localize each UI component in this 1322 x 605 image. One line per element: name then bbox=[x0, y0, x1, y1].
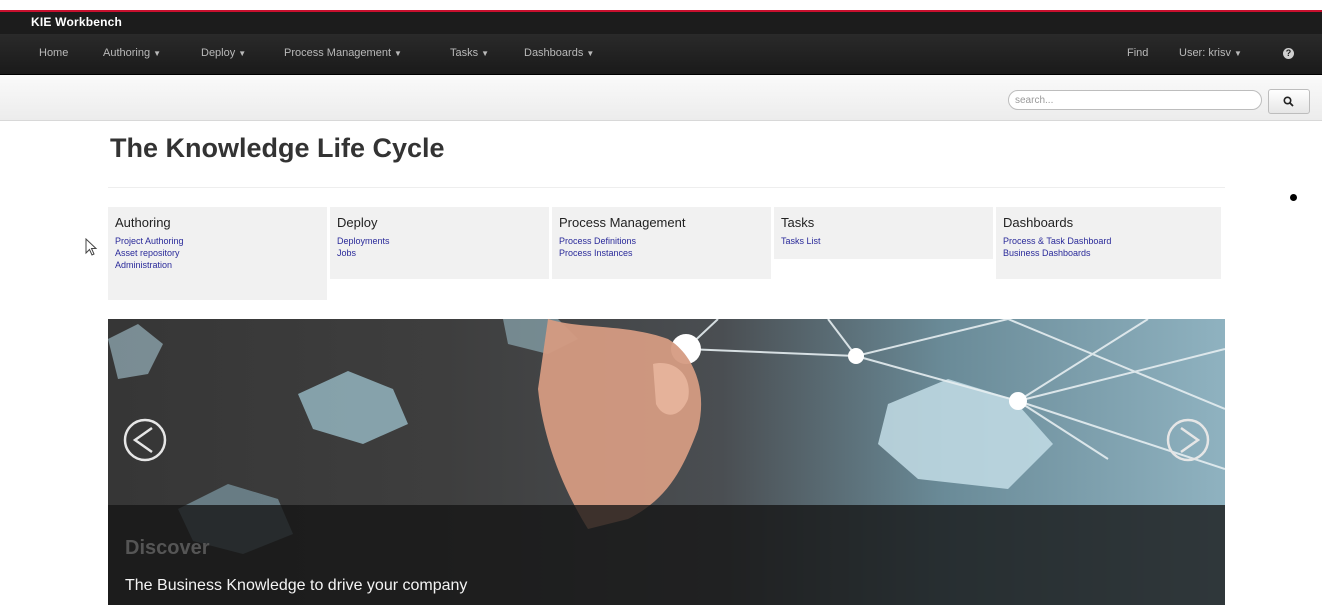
category-process-management: Process Management Process Definitions P… bbox=[552, 207, 771, 279]
link-asset-repository[interactable]: Asset repository bbox=[115, 247, 320, 259]
nav-home[interactable]: Home bbox=[39, 47, 68, 59]
search-button[interactable] bbox=[1268, 89, 1310, 114]
carousel-next-icon[interactable] bbox=[1165, 417, 1211, 463]
title-divider bbox=[108, 187, 1225, 188]
nav-authoring-label: Authoring bbox=[103, 47, 151, 59]
link-jobs[interactable]: Jobs bbox=[337, 247, 542, 259]
bullet-dot bbox=[1290, 194, 1297, 201]
carousel-prev-icon[interactable] bbox=[122, 417, 168, 463]
nav-authoring[interactable]: Authoring ▼ bbox=[103, 47, 161, 59]
chevron-down-icon: ▼ bbox=[238, 49, 247, 58]
nav-process-management[interactable]: Process Management ▼ bbox=[284, 47, 402, 59]
category-heading: Authoring bbox=[115, 215, 171, 230]
category-deploy: Deploy Deployments Jobs bbox=[330, 207, 549, 279]
nav-tasks-label: Tasks bbox=[450, 47, 479, 59]
link-process-task-dashboard[interactable]: Process & Task Dashboard bbox=[1003, 235, 1214, 247]
category-heading: Process Management bbox=[559, 215, 686, 230]
link-administration[interactable]: Administration bbox=[115, 259, 320, 271]
page-title: The Knowledge Life Cycle bbox=[110, 133, 445, 163]
carousel-caption-text: The Business Knowledge to drive your com… bbox=[125, 577, 468, 594]
nav-find[interactable]: Find bbox=[1127, 47, 1148, 59]
mouse-cursor-icon bbox=[85, 238, 98, 256]
search-toolbar bbox=[0, 75, 1322, 121]
category-heading: Deploy bbox=[337, 215, 378, 230]
hero-carousel: Discover The Business Knowledge to drive… bbox=[108, 319, 1225, 605]
chevron-down-icon: ▼ bbox=[153, 49, 162, 58]
link-business-dashboards[interactable]: Business Dashboards bbox=[1003, 247, 1214, 259]
link-process-definitions[interactable]: Process Definitions bbox=[559, 235, 764, 247]
search-icon bbox=[1283, 96, 1294, 107]
nav-dashboards-label: Dashboards bbox=[524, 47, 584, 59]
chevron-down-icon: ▼ bbox=[586, 49, 595, 58]
category-authoring: Authoring Project Authoring Asset reposi… bbox=[108, 207, 327, 300]
category-heading: Dashboards bbox=[1003, 215, 1074, 230]
category-tasks: Tasks Tasks List bbox=[774, 207, 993, 259]
top-accent-line bbox=[0, 0, 1322, 12]
carousel-caption-title: Discover bbox=[125, 537, 210, 559]
link-tasks-list[interactable]: Tasks List bbox=[781, 235, 986, 247]
nav-dashboards[interactable]: Dashboards ▼ bbox=[524, 47, 594, 59]
user-label: User: krisv bbox=[1179, 47, 1231, 59]
help-icon[interactable]: ? bbox=[1283, 48, 1294, 59]
nav-deploy[interactable]: Deploy ▼ bbox=[201, 47, 246, 59]
chevron-down-icon: ▼ bbox=[394, 49, 402, 58]
main-navbar: Home Authoring ▼ Deploy ▼ Process Manageme… bbox=[0, 34, 1322, 75]
link-deployments[interactable]: Deployments bbox=[337, 235, 542, 247]
nav-user-menu[interactable]: User: krisv ▼ bbox=[1179, 47, 1242, 59]
link-process-instances[interactable]: Process Instances bbox=[559, 247, 764, 259]
nav-deploy-label: Deploy bbox=[201, 47, 236, 59]
app-title: KIE Workbench bbox=[31, 15, 123, 29]
link-project-authoring[interactable]: Project Authoring bbox=[115, 235, 320, 247]
nav-tasks[interactable]: Tasks ▼ bbox=[450, 47, 489, 59]
search-input[interactable] bbox=[1008, 90, 1262, 110]
nav-process-management-label: Process Management bbox=[284, 47, 391, 59]
nav-home-label: Home bbox=[39, 47, 69, 59]
brand-bar: KIE Workbench bbox=[0, 12, 1322, 34]
category-heading: Tasks bbox=[781, 215, 815, 230]
chevron-down-icon: ▼ bbox=[481, 49, 490, 58]
category-dashboards: Dashboards Process & Task Dashboard Busi… bbox=[996, 207, 1221, 279]
chevron-down-icon: ▼ bbox=[1233, 49, 1242, 58]
